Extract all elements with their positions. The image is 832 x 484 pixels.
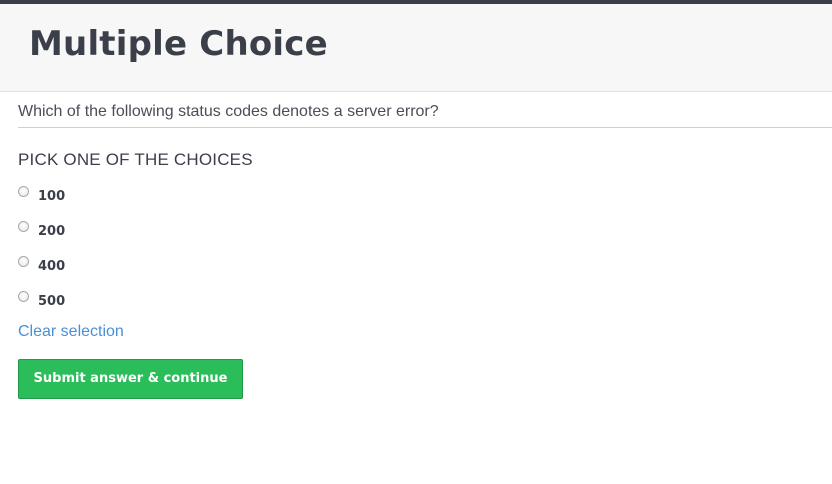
header: Multiple Choice <box>0 4 832 92</box>
choice-radio-100[interactable] <box>18 186 29 197</box>
choice-label-200[interactable]: 200 <box>38 223 65 240</box>
choice-label-500[interactable]: 500 <box>38 293 65 310</box>
question-text: Which of the following status codes deno… <box>18 98 832 128</box>
choice-instructions: PICK ONE OF THE CHOICES <box>18 150 253 169</box>
choice-radio-200[interactable] <box>18 221 29 232</box>
choice-radio-500[interactable] <box>18 291 29 302</box>
page-title: Multiple Choice <box>29 24 328 64</box>
choice-label-100[interactable]: 100 <box>38 188 65 205</box>
clear-selection-link[interactable]: Clear selection <box>18 321 124 343</box>
submit-answer-button[interactable]: Submit answer & continue <box>18 359 243 399</box>
choice-label-400[interactable]: 400 <box>38 258 65 275</box>
choice-radio-400[interactable] <box>18 256 29 267</box>
